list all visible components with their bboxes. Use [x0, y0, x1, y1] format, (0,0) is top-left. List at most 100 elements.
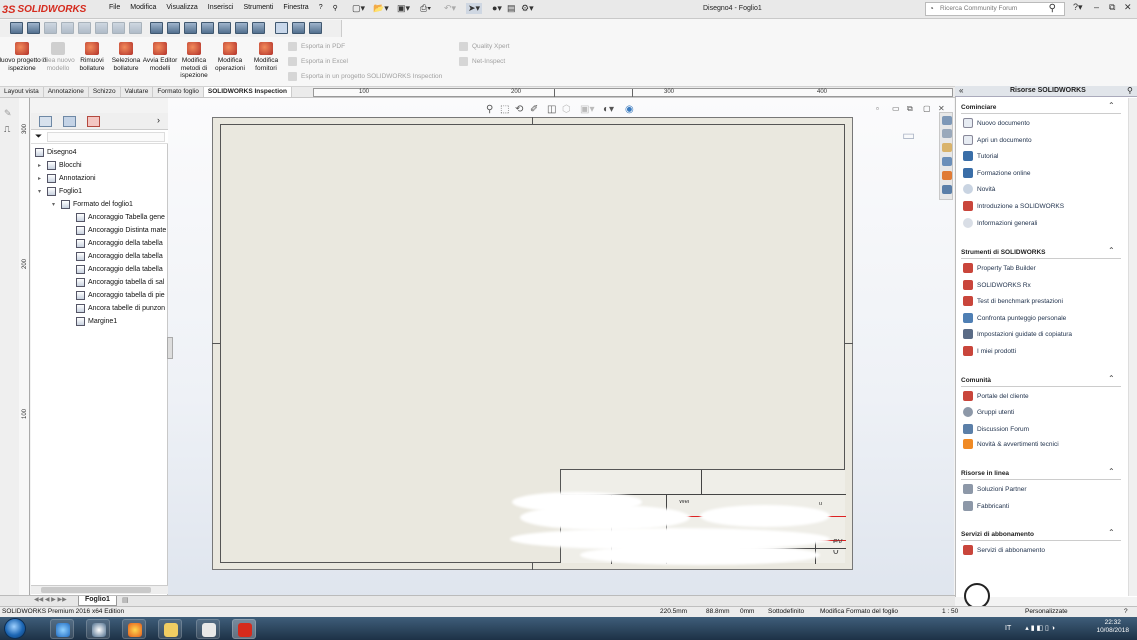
- menu-visualizza[interactable]: Visualizza: [161, 2, 202, 17]
- section-title[interactable]: Strumenti di SOLIDWORKS: [961, 249, 1046, 256]
- toolbar-icon-17[interactable]: [292, 22, 305, 34]
- chevron-up-icon[interactable]: ⌃: [1108, 374, 1115, 383]
- custom-properties-icon[interactable]: [942, 185, 952, 194]
- clock[interactable]: 22:32 10/08/2018: [1096, 619, 1129, 635]
- tab-valutare[interactable]: Valutare: [121, 87, 154, 97]
- file-explorer-icon[interactable]: [942, 143, 952, 152]
- menu-help[interactable]: ?: [314, 2, 328, 17]
- line-style-icon[interactable]: [201, 22, 214, 34]
- link-partner-solutions[interactable]: Soluzioni Partner: [963, 484, 1027, 494]
- link-subscription-services[interactable]: Servizi di abbonamento: [963, 545, 1045, 555]
- tree-item-anchor[interactable]: Ancoraggio della tabella: [76, 263, 168, 275]
- pin-icon[interactable]: ⚲: [1127, 86, 1133, 95]
- search-icon[interactable]: ⚲: [1049, 3, 1056, 14]
- pin-icon[interactable]: ⚲: [328, 2, 343, 17]
- undo-icon[interactable]: ↶▾: [444, 3, 456, 14]
- open-icon[interactable]: 📂▾: [373, 3, 389, 14]
- menu-strumenti[interactable]: Strumenti: [238, 2, 278, 17]
- display-style-icon[interactable]: ▣▾: [580, 104, 594, 115]
- toolbar-icon-5[interactable]: [78, 22, 91, 34]
- net-inspect-button[interactable]: Net-Inspect: [459, 57, 505, 66]
- tab-solidworks-inspection[interactable]: SOLIDWORKS Inspection: [203, 87, 292, 97]
- template-editor-button[interactable]: Avvia Editor modelli: [142, 42, 178, 86]
- chevron-up-icon[interactable]: ⌃: [1108, 528, 1115, 537]
- toolbar-icon-9[interactable]: [150, 22, 163, 34]
- section-title[interactable]: Cominciare: [961, 104, 996, 111]
- zoom-to-fit-icon[interactable]: ⚲: [486, 104, 493, 115]
- task-pane-scrollbar[interactable]: [1128, 98, 1137, 596]
- collapse-icon[interactable]: ▾: [38, 188, 44, 195]
- toolbar-icon-10[interactable]: [167, 22, 180, 34]
- edit-inspection-methods-button[interactable]: Modifica metodi di ispezione: [174, 42, 214, 86]
- tab-schizzo[interactable]: Schizzo: [89, 87, 121, 97]
- tray-icons[interactable]: ▴ ▮ ◧ ▯ ◑: [1025, 625, 1055, 632]
- menu-file[interactable]: File: [104, 2, 125, 17]
- menu-modifica[interactable]: Modifica: [125, 2, 161, 17]
- link-tech-alerts[interactable]: Novità & avvertimenti tecnici: [963, 439, 1059, 449]
- tree-item-anchor[interactable]: Ancoraggio tabella di sal: [76, 276, 168, 288]
- maximize-view-icon[interactable]: ▢: [923, 104, 931, 113]
- inspection-tab-icon[interactable]: [87, 116, 100, 127]
- tree-item-anchor[interactable]: Ancoraggio Tabella gene: [76, 211, 168, 223]
- toolbar-icon-4[interactable]: [61, 22, 74, 34]
- tree-item-anchor[interactable]: Ancoraggio della tabella: [76, 237, 168, 249]
- toolbar-icon-7[interactable]: [112, 22, 125, 34]
- section-title[interactable]: Comunità: [961, 377, 991, 384]
- step-icon[interactable]: ⎍: [4, 124, 10, 135]
- search-input[interactable]: ◔ Ricerca Community Forum ⚲: [925, 2, 1065, 16]
- toolbar-icon-6[interactable]: [95, 22, 108, 34]
- feature-manager-scrollbar[interactable]: [31, 585, 168, 594]
- taskbar-app[interactable]: [196, 619, 220, 639]
- quality-xpert-button[interactable]: Quality Xpert: [459, 42, 510, 51]
- tree-item-anchor[interactable]: Ancoraggio Distinta mate: [76, 224, 168, 236]
- taskbar-solidworks[interactable]: [232, 619, 256, 639]
- toolbar-icon-16[interactable]: [275, 22, 288, 34]
- link-my-products[interactable]: I miei prodotti: [963, 346, 1016, 356]
- tab-annotazione[interactable]: Annotazione: [44, 87, 89, 97]
- toolbar-icon-15[interactable]: [252, 22, 265, 34]
- section-view-icon[interactable]: ◫: [547, 104, 556, 115]
- start-button[interactable]: [4, 618, 26, 639]
- link-tutorial[interactable]: Tutorial: [963, 151, 998, 161]
- link-manufacturers[interactable]: Fabbricanti: [963, 501, 1009, 511]
- link-open-document[interactable]: Apri un documento: [963, 135, 1032, 145]
- link-benchmark[interactable]: Test di benchmark prestazioni: [963, 296, 1063, 306]
- appearances-icon[interactable]: [942, 171, 952, 180]
- toolbar-icon-11[interactable]: [184, 22, 197, 34]
- link-new-document[interactable]: Nuovo documento: [963, 118, 1030, 128]
- section-title[interactable]: Risorse in linea: [961, 470, 1009, 477]
- sheet-nav-icon[interactable]: ◀◀ ◀ ▶ ▶▶: [34, 596, 67, 603]
- menu-inserisci[interactable]: Inserisci: [203, 2, 239, 17]
- chevron-right-icon[interactable]: ›: [157, 115, 160, 125]
- taskbar-firefox[interactable]: [122, 619, 146, 639]
- help-icon[interactable]: ?: [1124, 608, 1128, 615]
- confirmation-corner-icon[interactable]: ▭: [902, 127, 915, 144]
- toolbar-icon-18[interactable]: [309, 22, 322, 34]
- view-icon[interactable]: ▫: [876, 104, 879, 113]
- tree-item-formato-foglio[interactable]: ▾ Formato del foglio1: [52, 198, 133, 210]
- file-properties-icon[interactable]: ▤: [507, 3, 516, 14]
- restore-view-icon[interactable]: ⧉: [907, 104, 913, 114]
- add-sheet-icon[interactable]: ▤: [122, 596, 129, 604]
- select-icon[interactable]: ➤▾: [466, 3, 483, 14]
- split-icon[interactable]: ▭: [892, 104, 900, 113]
- save-icon[interactable]: ▣▾: [397, 3, 410, 14]
- options-icon[interactable]: ⚙▾: [521, 3, 534, 14]
- menu-finestra[interactable]: Finestra: [278, 2, 313, 17]
- tab-formato-foglio[interactable]: Formato foglio: [153, 87, 204, 97]
- units-selector[interactable]: Personalizzate: [1025, 608, 1068, 615]
- toolbar-icon-1[interactable]: [10, 22, 23, 34]
- view-palette-icon[interactable]: [942, 157, 952, 166]
- rebuild-icon[interactable]: ●▾: [492, 3, 502, 14]
- scene-icon[interactable]: ◉: [625, 104, 634, 115]
- close-icon[interactable]: ✕: [1124, 2, 1132, 13]
- panel-collapse-handle[interactable]: [167, 337, 173, 359]
- link-general-info[interactable]: Informazioni generali: [963, 218, 1037, 228]
- export-inspection-project-button[interactable]: Esporta in un progetto SOLIDWORKS Inspec…: [288, 72, 442, 81]
- tab-layout-vista[interactable]: Layout vista: [0, 87, 44, 97]
- chevron-up-icon[interactable]: ⌃: [1108, 101, 1115, 110]
- chevron-up-icon[interactable]: ⌃: [1108, 467, 1115, 476]
- edit-operations-button[interactable]: Modifica operazioni: [210, 42, 250, 86]
- taskbar-explorer[interactable]: [158, 619, 182, 639]
- tree-item-blocchi[interactable]: ▸ Blocchi: [38, 159, 82, 171]
